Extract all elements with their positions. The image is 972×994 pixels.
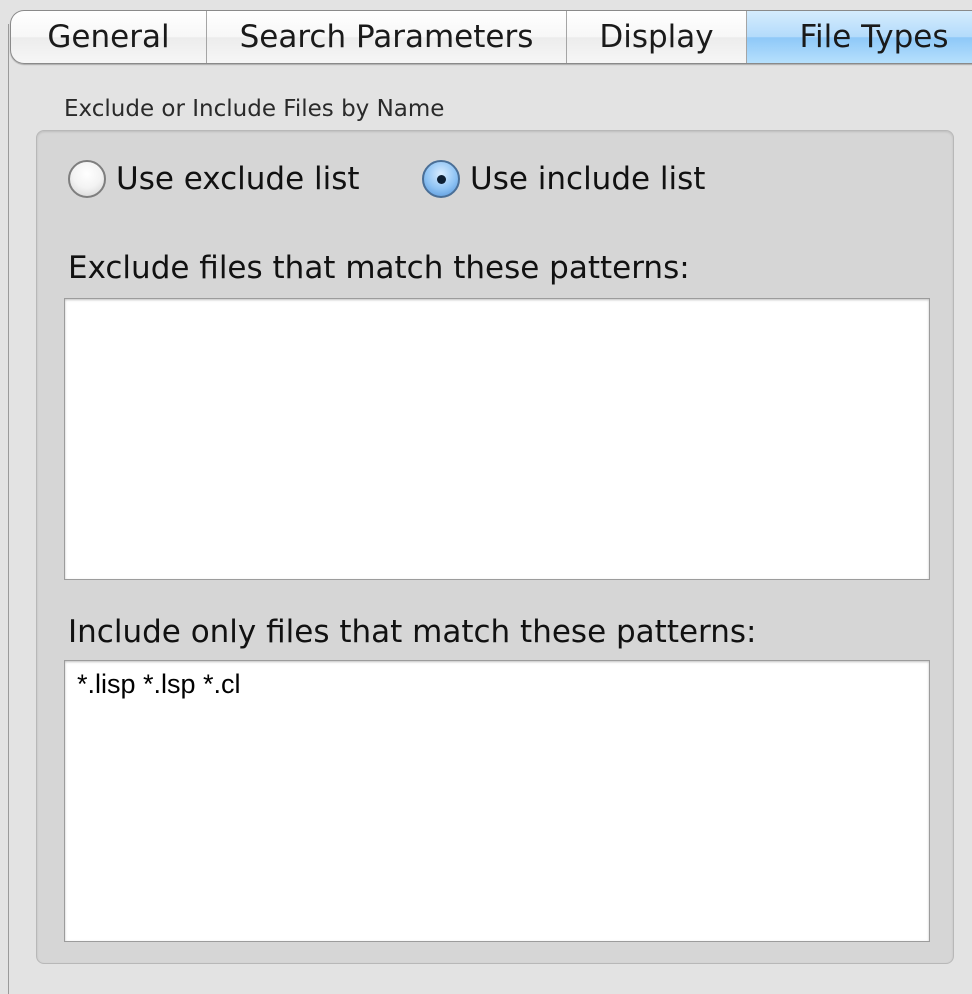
exclude-patterns-label: Exclude files that match these patterns: [68,250,690,286]
include-patterns-label: Include only files that match these patt… [68,614,757,650]
preferences-window: General Search Parameters Display File T… [0,0,972,994]
tab-general[interactable]: General [11,11,207,63]
exclude-patterns-field[interactable] [64,298,930,580]
include-patterns-field[interactable]: *.lisp *.lsp *.cl [64,660,930,942]
exclude-list-option[interactable]: Use exclude list [68,160,360,198]
tab-search-parameters[interactable]: Search Parameters [207,11,567,63]
exclude-radio-label: Use exclude list [116,161,360,197]
window-edge [8,24,9,994]
include-radio[interactable] [422,160,460,198]
exclude-radio[interactable] [68,160,106,198]
tab-file-types[interactable]: File Types [747,11,972,63]
tab-bar: General Search Parameters Display File T… [10,10,972,64]
include-list-option[interactable]: Use include list [422,160,705,198]
group-title: Exclude or Include Files by Name [64,96,445,122]
include-radio-label: Use include list [470,161,706,197]
tab-display[interactable]: Display [567,11,747,63]
